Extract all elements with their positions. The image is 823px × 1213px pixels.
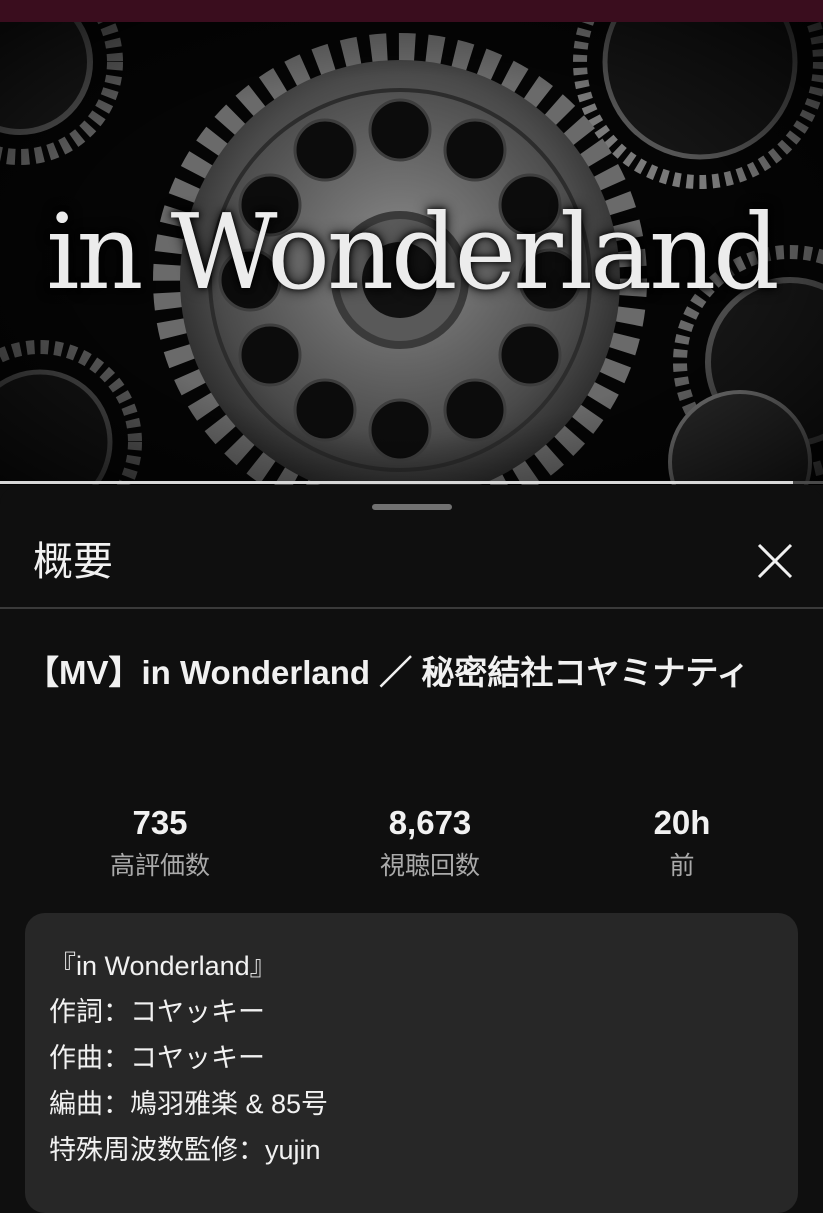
description-text: 『in Wonderland』 作詞：コヤッキー 作曲：コヤッキー 編曲：鳩羽雅…: [49, 943, 328, 1173]
upload-time-label: 前: [669, 851, 695, 880]
description-sheet: 概要 【MV】in Wonderland ／ 秘密結社コヤミナティ 735 高評…: [0, 486, 823, 1213]
divider: [0, 607, 823, 609]
drag-handle[interactable]: [372, 504, 452, 510]
description-box[interactable]: 『in Wonderland』 作詞：コヤッキー 作曲：コヤッキー 編曲：鳩羽雅…: [25, 913, 798, 1213]
close-icon: [757, 543, 793, 579]
description-line: 作詞：コヤッキー: [49, 997, 265, 1027]
progress-fill: [0, 481, 793, 484]
video-title-art: in Wonderland: [46, 191, 779, 313]
likes-stat: 735 高評価数: [60, 802, 260, 886]
status-bar: [0, 0, 823, 22]
stats-row: 735 高評価数 8,673 視聴回数 20h 前: [0, 802, 823, 892]
upload-time: 20h: [653, 804, 711, 841]
likes-label: 高評価数: [109, 851, 210, 880]
views-stat: 8,673 視聴回数: [330, 802, 530, 886]
views-label: 視聴回数: [379, 851, 480, 880]
description-line: 『in Wonderland』: [49, 951, 277, 981]
likes-count: 735: [132, 804, 188, 841]
upload-time-stat: 20h 前: [582, 802, 782, 886]
description-line: 特殊周波数監修：yujin: [49, 1135, 321, 1165]
description-line: 作曲：コヤッキー: [49, 1043, 265, 1073]
sheet-title: 概要: [33, 539, 113, 585]
video-player[interactable]: in Wonderland: [0, 22, 823, 485]
video-title: 【MV】in Wonderland ／ 秘密結社コヤミナティ: [26, 654, 750, 691]
progress-bar[interactable]: [0, 481, 823, 484]
views-count: 8,673: [388, 804, 472, 841]
description-line: 編曲：鳩羽雅楽 & 85号: [49, 1089, 329, 1119]
close-button[interactable]: [750, 536, 800, 586]
